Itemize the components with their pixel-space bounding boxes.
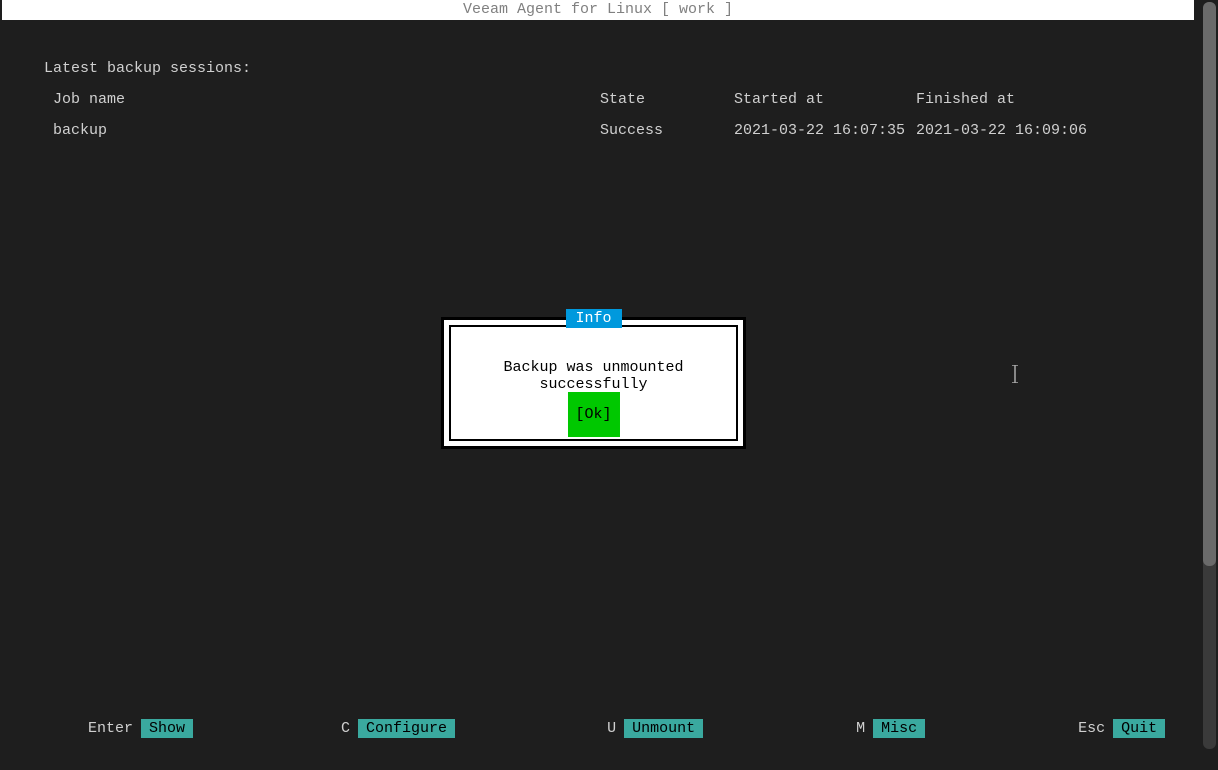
cmd-label-quit: Quit [1113,719,1165,738]
cell-started: 2021-03-22 16:07:35 [734,122,916,139]
cmd-show[interactable]: Enter Show [88,719,193,738]
cmd-label-unmount: Unmount [624,719,703,738]
dialog-border: Backup was unmounted successfully [Ok] [449,325,738,441]
cmd-key-u: U [607,720,616,737]
titlebar-text: Veeam Agent for Linux [ work ] [463,1,733,18]
cmd-quit[interactable]: Esc Quit [1078,719,1165,738]
cmd-label-misc: Misc [873,719,925,738]
sessions-table: Job name State Started at Finished at ba… [0,91,1192,139]
cmd-key-m: M [856,720,865,737]
section-heading: Latest backup sessions: [0,40,1192,91]
dialog-title: Info [565,309,621,328]
table-header: Job name State Started at Finished at [0,91,1192,122]
cell-jobname: backup [0,122,600,139]
cmd-key-enter: Enter [88,720,133,737]
app-titlebar: Veeam Agent for Linux [ work ] [2,0,1194,20]
cmd-key-esc: Esc [1078,720,1105,737]
table-row[interactable]: backup Success 2021-03-22 16:07:35 2021-… [0,122,1192,139]
header-started: Started at [734,91,916,108]
info-dialog: Info Backup was unmounted successfully [… [441,317,746,449]
cmd-label-show: Show [141,719,193,738]
cmd-misc[interactable]: M Misc [856,719,925,738]
cell-state: Success [600,122,734,139]
scrollbar-track[interactable] [1203,2,1216,749]
cmd-configure[interactable]: C Configure [341,719,455,738]
cell-finished: 2021-03-22 16:09:06 [916,122,1116,139]
cmd-key-c: C [341,720,350,737]
cmd-label-configure: Configure [358,719,455,738]
dialog-message: Backup was unmounted successfully [451,327,736,393]
cmd-unmount[interactable]: U Unmount [607,719,703,738]
header-finished: Finished at [916,91,1116,108]
scrollbar-thumb[interactable] [1203,2,1216,566]
header-state: State [600,91,734,108]
header-jobname: Job name [0,91,600,108]
command-bar: Enter Show C Configure U Unmount M Misc … [0,716,1192,740]
ok-button[interactable]: [Ok] [567,392,619,437]
